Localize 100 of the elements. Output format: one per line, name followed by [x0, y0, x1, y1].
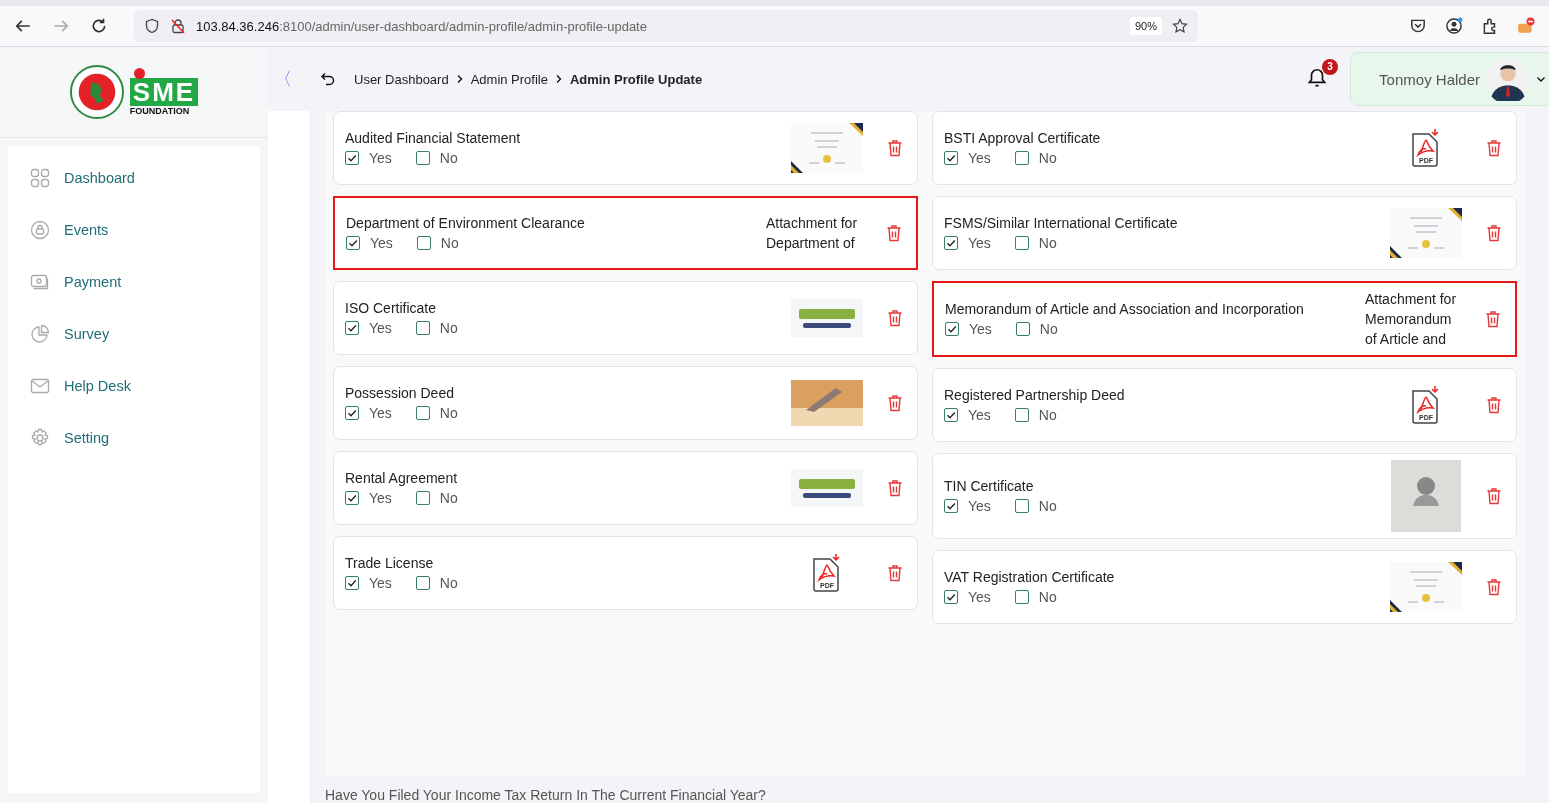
document-title: ISO Certificate — [345, 300, 438, 316]
sidebar-item[interactable]: Dashboard — [8, 152, 260, 204]
url-text[interactable]: 103.84.36.246:8100/admin/user-dashboard/admin-profile/admin-profile-update — [196, 18, 1120, 34]
delete-icon[interactable] — [1486, 396, 1502, 414]
back-arrow-icon[interactable] — [320, 71, 336, 87]
logo-thumbnail[interactable] — [791, 299, 863, 337]
document-title: Department of Environment Clearance — [346, 215, 586, 231]
checkbox[interactable] — [944, 499, 958, 513]
certificate-thumbnail[interactable] — [1390, 208, 1462, 258]
checkbox[interactable] — [345, 576, 359, 590]
sidebar-item[interactable]: Setting — [8, 412, 260, 464]
checkbox-option[interactable]: No — [1014, 150, 1057, 166]
checkbox-option[interactable]: Yes — [345, 150, 392, 166]
checkbox-option[interactable]: Yes — [944, 407, 991, 423]
checkbox[interactable] — [415, 576, 430, 590]
lock-icon — [30, 220, 50, 240]
document-title: TIN Certificate — [944, 478, 1035, 494]
breadcrumb-link[interactable]: User Dashboard — [354, 71, 449, 87]
bell-icon[interactable] — [1306, 66, 1329, 89]
certificate-thumbnail[interactable] — [1390, 562, 1462, 612]
extension-icon[interactable] — [1517, 17, 1535, 35]
checkbox[interactable] — [1014, 236, 1029, 250]
checkbox[interactable] — [1014, 590, 1029, 604]
collapse-button[interactable]: 〈 — [274, 67, 306, 91]
checkbox[interactable] — [1015, 322, 1030, 336]
delete-icon[interactable] — [887, 139, 903, 157]
checkbox-option[interactable]: No — [1014, 235, 1057, 251]
logo-subtext: FOUNDATION — [129, 106, 190, 116]
mail-icon — [30, 376, 50, 396]
emblem-icon — [69, 65, 124, 119]
checkbox[interactable] — [1014, 408, 1029, 422]
delete-icon[interactable] — [1486, 487, 1502, 505]
sidebar-item[interactable]: Events — [8, 204, 260, 256]
breadcrumb-link[interactable]: Admin Profile — [470, 71, 548, 87]
account-icon[interactable] — [1445, 17, 1463, 35]
checkbox-option[interactable]: No — [1014, 498, 1057, 514]
certificate-thumbnail[interactable] — [791, 123, 863, 173]
checkbox[interactable] — [944, 236, 958, 250]
checkbox-option[interactable]: No — [415, 405, 458, 421]
delete-icon[interactable] — [1486, 578, 1502, 596]
checkbox-option[interactable]: Yes — [345, 490, 392, 506]
checkbox[interactable] — [345, 491, 359, 505]
question-text: Have You Filed Your Income Tax Return In The Current Financial Year? — [325, 787, 767, 803]
delete-icon[interactable] — [886, 224, 902, 242]
sidebar-item[interactable]: Payment — [8, 256, 260, 308]
checkbox[interactable] — [1014, 151, 1029, 165]
pocket-icon[interactable] — [1409, 17, 1427, 35]
checkbox[interactable] — [345, 151, 359, 165]
document-title: VAT Registration Certificate — [944, 569, 1116, 585]
checkbox-option[interactable]: Yes — [944, 150, 991, 166]
reload-icon[interactable] — [90, 17, 108, 35]
delete-icon[interactable] — [887, 394, 903, 412]
checkbox-option[interactable]: Yes — [944, 589, 991, 605]
checkbox-option[interactable]: No — [415, 575, 458, 591]
checkbox[interactable] — [415, 321, 430, 335]
checkbox-option[interactable]: No — [1014, 589, 1057, 605]
checkbox-option[interactable]: Yes — [944, 235, 991, 251]
checkbox[interactable] — [415, 491, 430, 505]
checkbox-option[interactable]: No — [415, 320, 458, 336]
checkbox-option[interactable]: Yes — [345, 405, 392, 421]
checkbox[interactable] — [346, 236, 360, 250]
checkbox-option[interactable]: Yes — [345, 320, 392, 336]
logo-thumbnail[interactable] — [791, 469, 863, 507]
checkbox-option[interactable]: Yes — [944, 498, 991, 514]
zoom-level[interactable]: 90% — [1129, 17, 1162, 35]
checkbox[interactable] — [416, 236, 431, 250]
delete-icon[interactable] — [1486, 224, 1502, 242]
sidebar-item[interactable]: Survey — [8, 308, 260, 360]
checkbox[interactable] — [944, 408, 958, 422]
checkbox[interactable] — [415, 151, 430, 165]
photo-placeholder[interactable] — [1390, 460, 1462, 532]
photo-placeholder[interactable] — [791, 378, 863, 428]
address-bar[interactable]: 103.84.36.246:8100/admin/user-dashboard/admin-profile/admin-profile-update 90% — [134, 10, 1198, 42]
checkbox[interactable] — [944, 151, 958, 165]
checkbox[interactable] — [1014, 499, 1029, 513]
user-menu[interactable]: Tonmoy Halder — [1350, 52, 1549, 106]
checkbox-option[interactable]: No — [416, 235, 459, 251]
checkbox-option[interactable]: No — [415, 150, 458, 166]
checkbox[interactable] — [944, 590, 958, 604]
checkbox[interactable] — [345, 321, 359, 335]
checkbox-option[interactable]: No — [1015, 321, 1058, 337]
checkbox-option[interactable]: Yes — [345, 575, 392, 591]
checkbox-option[interactable]: No — [1014, 407, 1057, 423]
sidebar-item[interactable]: Help Desk — [8, 360, 260, 412]
checkbox-option[interactable]: No — [415, 490, 458, 506]
caret-icon — [1536, 74, 1546, 84]
delete-icon[interactable] — [1485, 310, 1501, 328]
checkbox-option[interactable]: Yes — [346, 235, 393, 251]
checkbox[interactable] — [415, 406, 430, 420]
delete-icon[interactable] — [887, 309, 903, 327]
grid-icon — [30, 168, 50, 188]
delete-icon[interactable] — [1486, 139, 1502, 157]
checkbox[interactable] — [945, 322, 959, 336]
insecure-lock-icon[interactable] — [170, 18, 186, 34]
delete-icon[interactable] — [887, 564, 903, 582]
star-icon[interactable] — [1172, 18, 1188, 34]
delete-icon[interactable] — [887, 479, 903, 497]
checkbox-option[interactable]: Yes — [945, 321, 992, 337]
checkbox[interactable] — [345, 406, 359, 420]
shield-icon[interactable] — [144, 18, 160, 34]
